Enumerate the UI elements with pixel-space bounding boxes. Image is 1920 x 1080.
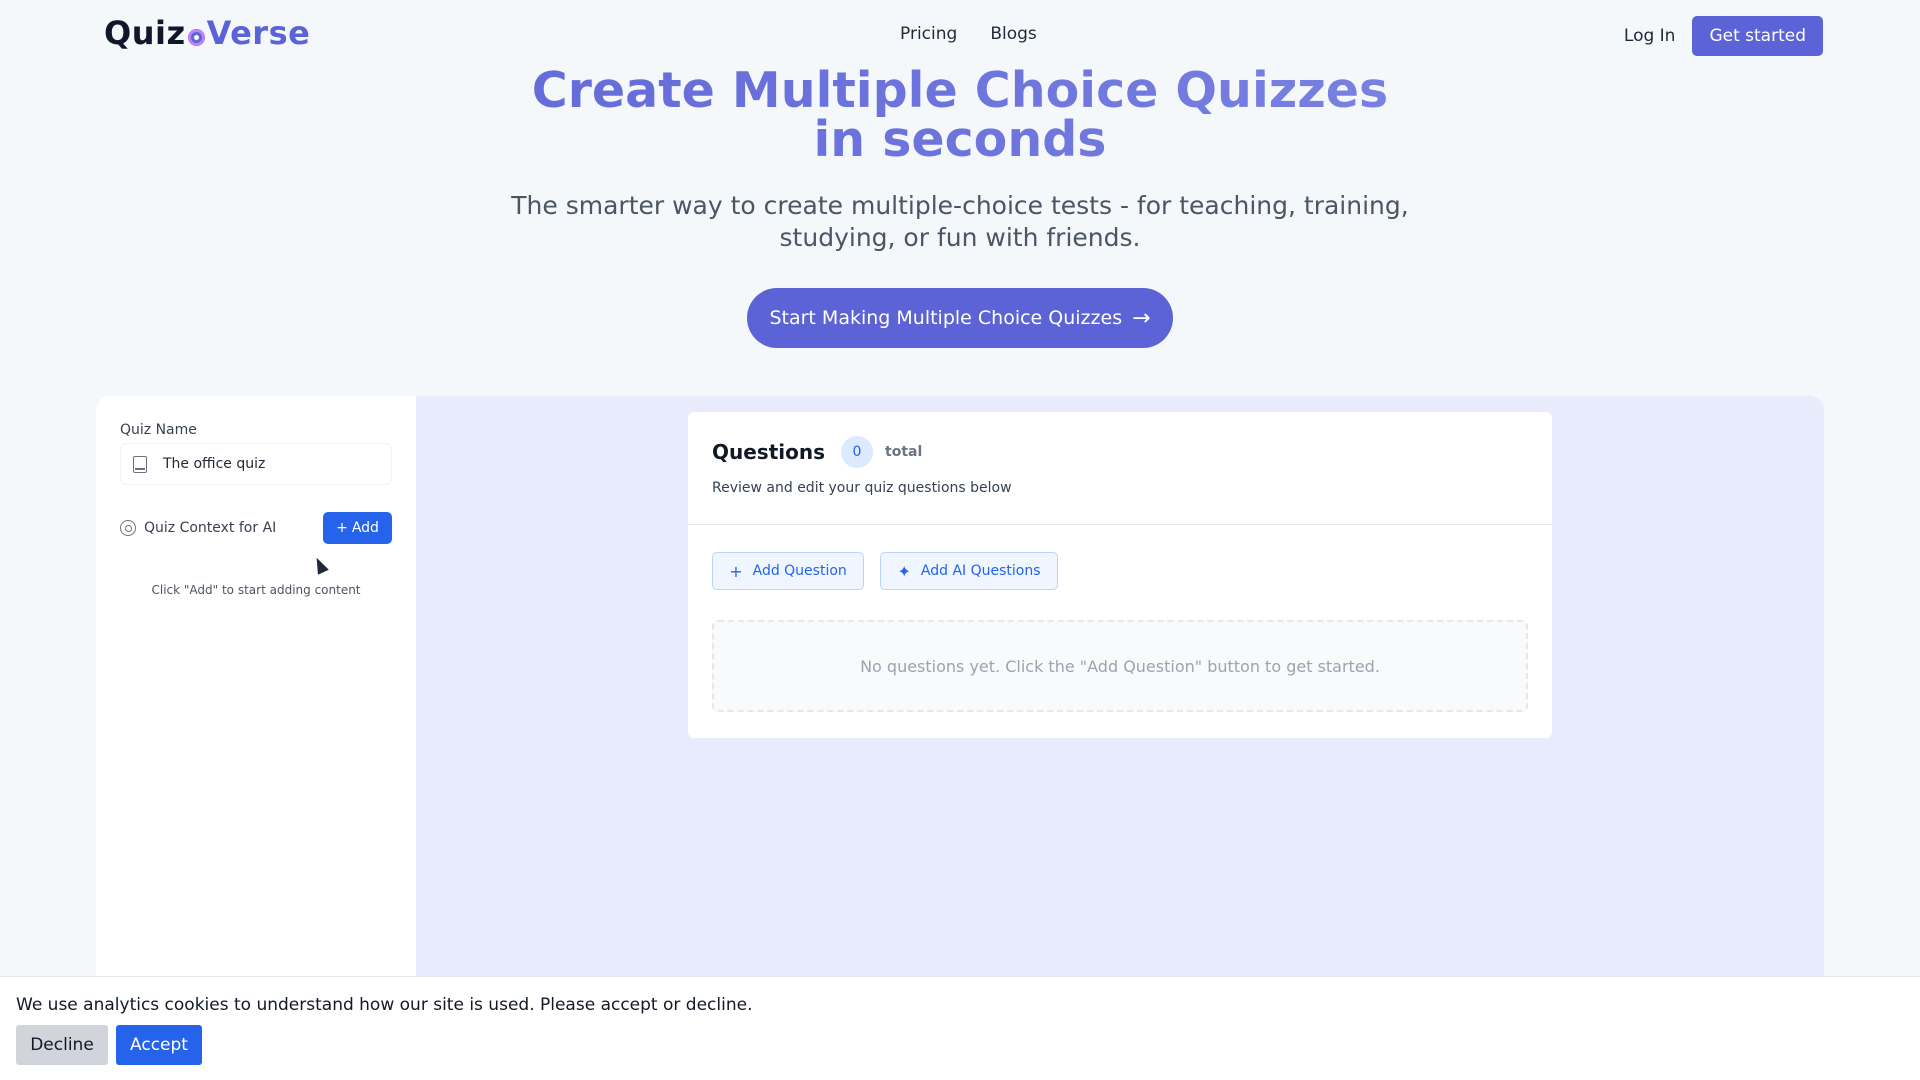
questions-count-badge: 0 [841, 436, 874, 468]
top-nav: Quiz Verse Pricing Blogs Log In Get star… [0, 0, 1920, 70]
logo-part-1: Quiz [104, 14, 186, 52]
questions-subtitle: Review and edit your quiz questions belo… [712, 480, 1012, 496]
plus-icon: + [336, 520, 348, 536]
start-making-quizzes-button[interactable]: Start Making Multiple Choice Quizzes → [747, 288, 1173, 348]
context-hint: Click "Add" to start adding content [151, 583, 361, 597]
quiz-name-label: Quiz Name [120, 422, 197, 438]
hero-title-line-1: Create Multiple Choice Quizzes [531, 62, 1389, 119]
quiz-name-input[interactable]: The office quiz [120, 443, 392, 485]
logo-dot-icon [187, 28, 205, 46]
add-question-button[interactable]: + Add Question [712, 552, 864, 590]
nav-links: Pricing Blogs [900, 24, 1037, 44]
accept-cookies-button[interactable]: Accept [116, 1025, 202, 1065]
quiz-context-label: Quiz Context for AI [144, 520, 277, 536]
decline-cookies-button[interactable]: Decline [16, 1025, 108, 1065]
empty-questions-state: No questions yet. Click the "Add Questio… [712, 620, 1528, 712]
add-ai-questions-button[interactable]: ✦ Add AI Questions [880, 552, 1058, 590]
questions-header: Questions 0 total [712, 436, 922, 468]
questions-title: Questions [712, 440, 826, 464]
logo[interactable]: Quiz Verse [104, 14, 310, 52]
add-context-label: Add [351, 520, 379, 536]
cookie-text: We use analytics cookies to understand h… [16, 995, 753, 1015]
hero-title: Create Multiple Choice Quizzes in second… [0, 66, 1920, 164]
nav-actions: Log In Get started [1624, 16, 1823, 56]
cookie-banner: We use analytics cookies to understand h… [0, 976, 1920, 1080]
get-started-button[interactable]: Get started [1692, 16, 1823, 56]
add-ai-questions-label: Add AI Questions [920, 563, 1041, 579]
login-link[interactable]: Log In [1624, 26, 1676, 46]
questions-total-label: total [885, 444, 923, 460]
book-icon [133, 455, 147, 473]
gear-icon [120, 520, 136, 536]
sparkles-icon: ✦ [897, 561, 911, 581]
add-context-button[interactable]: + Add [323, 512, 392, 544]
nav-link-pricing[interactable]: Pricing [900, 24, 957, 44]
quiz-context-row: Quiz Context for AI + Add [120, 512, 392, 544]
questions-card: Questions 0 total Review and edit your q… [688, 412, 1552, 738]
mouse-cursor [311, 555, 329, 575]
plus-icon: + [729, 561, 743, 581]
hero-subtitle: The smarter way to create multiple-choic… [511, 191, 1409, 252]
add-question-label: Add Question [752, 563, 847, 579]
logo-part-2: Verse [206, 14, 311, 52]
nav-link-blogs[interactable]: Blogs [990, 24, 1036, 44]
quiz-name-value: The office quiz [163, 456, 266, 472]
hero-title-line-2: in seconds [813, 111, 1107, 168]
cta-label: Start Making Multiple Choice Quizzes [769, 307, 1123, 329]
divider [688, 524, 1552, 525]
arrow-right-icon: → [1132, 305, 1151, 331]
